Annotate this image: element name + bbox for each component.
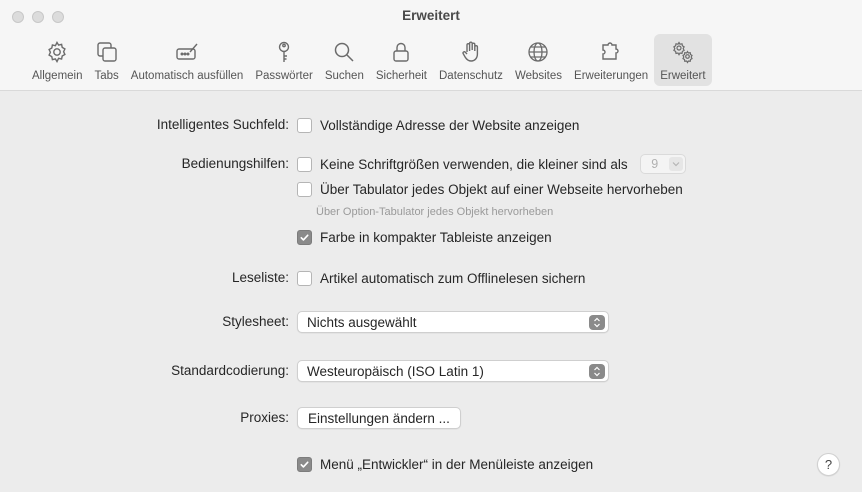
chevron-down-icon xyxy=(668,157,683,171)
save-offline-text: Artikel automatisch zum Offlinelesen sic… xyxy=(320,270,586,286)
tab-erweitert[interactable]: Erweitert xyxy=(654,34,712,86)
hand-icon xyxy=(462,41,479,62)
tab-suchen[interactable]: Suchen xyxy=(319,34,370,86)
encoding-value: Westeuropäisch (ISO Latin 1) xyxy=(307,363,484,379)
tab-label: Erweiterungen xyxy=(574,70,649,82)
encoding-select[interactable]: Westeuropäisch (ISO Latin 1) xyxy=(297,360,609,382)
show-full-address-text: Vollständige Adresse der Website anzeige… xyxy=(320,117,580,133)
stylesheet-value: Nichts ausgewählt xyxy=(307,314,417,330)
smart-search-row: Intelligentes Suchfeld: Vollständige Adr… xyxy=(0,114,862,136)
reading-list-row: Leseliste: Artikel automatisch zum Offli… xyxy=(0,267,862,289)
key-icon xyxy=(278,41,290,62)
puzzle-icon xyxy=(602,42,619,60)
help-button[interactable]: ? xyxy=(817,453,840,476)
encoding-label: Standardcodierung: xyxy=(171,363,289,378)
compact-tab-color-text: Farbe in kompakter Tableiste anzeigen xyxy=(320,229,552,245)
preferences-toolbar: Allgemein Tabs Automatisch ausfüllen Pas… xyxy=(26,34,712,86)
tab-label: Suchen xyxy=(324,70,364,82)
tabs-icon xyxy=(96,42,117,62)
title-bar: Erweitert Allgemein Tabs Automatisch aus… xyxy=(0,0,862,91)
developer-menu-text: Menü „Entwickler“ in der Menüleiste anze… xyxy=(320,456,594,472)
tab-highlight-row: Über Tabulator jedes Objekt auf einer We… xyxy=(0,178,862,200)
tab-label: Erweitert xyxy=(660,70,706,82)
min-font-size-checkbox[interactable] xyxy=(297,156,312,172)
preferences-window: Erweitert Allgemein Tabs Automatisch aus… xyxy=(0,0,862,492)
tab-label: Automatisch ausfüllen xyxy=(130,70,244,82)
encoding-row: Standardcodierung: Westeuropäisch (ISO L… xyxy=(0,360,862,382)
tab-tabs[interactable]: Tabs xyxy=(89,34,125,86)
accessibility-row: Bedienungshilfen: Keine Schriftgrößen ve… xyxy=(0,153,862,175)
tab-websites[interactable]: Websites xyxy=(509,34,568,86)
save-offline-checkbox[interactable] xyxy=(297,270,312,286)
reading-list-label: Leseliste: xyxy=(231,270,289,285)
show-full-address-checkbox[interactable] xyxy=(297,117,312,133)
tab-automatisch-ausfuellen[interactable]: Automatisch ausfüllen xyxy=(125,34,250,86)
search-icon xyxy=(335,42,354,62)
compact-tab-color-row: Farbe in kompakter Tableiste anzeigen xyxy=(0,226,862,248)
tab-erweiterungen[interactable]: Erweiterungen xyxy=(568,34,654,86)
developer-menu-row: Menü „Entwickler“ in der Menüleiste anze… xyxy=(0,453,862,475)
advanced-settings-panel: Intelligentes Suchfeld: Vollständige Adr… xyxy=(0,92,862,492)
tab-datenschutz[interactable]: Datenschutz xyxy=(433,34,509,86)
smart-search-label: Intelligentes Suchfeld: xyxy=(156,117,289,132)
developer-menu-checkbox[interactable] xyxy=(297,456,312,472)
tab-label: Passwörter xyxy=(255,70,313,82)
gear-icon xyxy=(48,41,67,63)
tab-label: Allgemein xyxy=(32,70,83,82)
gears-icon xyxy=(672,41,693,64)
tab-passwoerter[interactable]: Passwörter xyxy=(249,34,319,86)
stylesheet-label: Stylesheet: xyxy=(222,314,289,329)
autofill-icon xyxy=(176,43,198,60)
min-font-size-text: Keine Schriftgrößen verwenden, die klein… xyxy=(320,156,628,172)
stylesheet-select[interactable]: Nichts ausgewählt xyxy=(297,311,609,333)
tab-highlight-hint: Über Option-Tabulator jedes Objekt hervo… xyxy=(316,206,554,218)
proxies-row: Proxies: Einstellungen ändern ... xyxy=(0,407,862,429)
min-font-size-select[interactable]: 9 xyxy=(639,154,686,174)
stepper-arrows-icon xyxy=(589,315,605,330)
stylesheet-row: Stylesheet: Nichts ausgewählt xyxy=(0,311,862,333)
proxies-label: Proxies: xyxy=(240,410,289,425)
tab-highlight-text: Über Tabulator jedes Objekt auf einer We… xyxy=(320,181,683,197)
change-settings-button[interactable]: Einstellungen ändern ... xyxy=(297,407,461,429)
min-font-size-value: 9 xyxy=(651,157,659,171)
compact-tab-color-checkbox[interactable] xyxy=(297,229,312,245)
stepper-arrows-icon xyxy=(589,364,605,379)
globe-icon xyxy=(528,42,549,62)
accessibility-label: Bedienungshilfen: xyxy=(181,156,289,171)
tab-highlight-checkbox[interactable] xyxy=(297,181,312,197)
lock-icon xyxy=(393,42,410,62)
tab-label: Sicherheit xyxy=(375,70,427,82)
tab-label: Tabs xyxy=(94,70,119,82)
checkmark-icon xyxy=(300,233,309,241)
tab-label: Websites xyxy=(514,70,563,82)
tab-allgemein[interactable]: Allgemein xyxy=(26,34,89,86)
window-title: Erweitert xyxy=(402,8,460,23)
checkmark-icon xyxy=(300,460,309,468)
tab-sicherheit[interactable]: Sicherheit xyxy=(370,34,433,86)
tab-label: Datenschutz xyxy=(439,70,503,82)
